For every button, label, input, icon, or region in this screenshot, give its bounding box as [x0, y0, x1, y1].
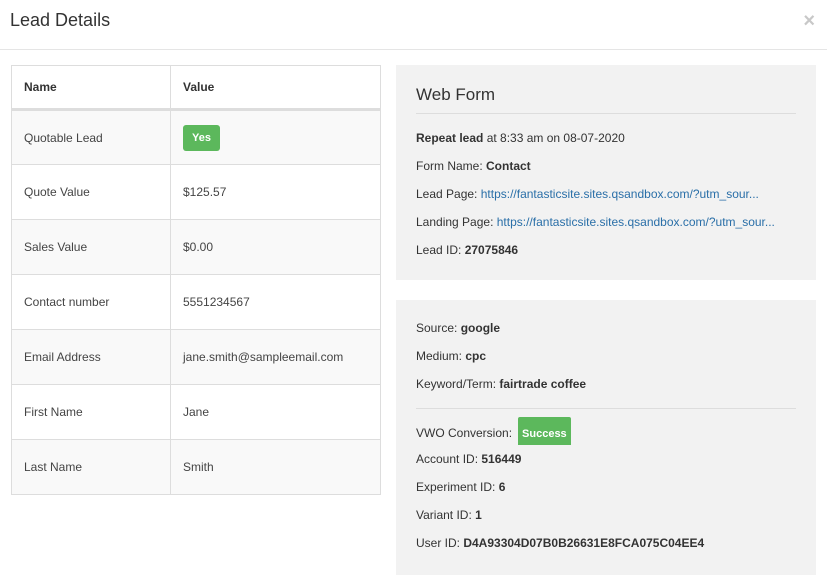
lead-page-line: Lead Page: https://fantasticsite.sites.q… [416, 180, 796, 208]
close-icon[interactable]: × [803, 10, 815, 32]
table-row: Quotable Lead Yes [11, 109, 381, 165]
medium-label: Medium: [416, 349, 466, 363]
repeat-lead-label: Repeat lead [416, 131, 484, 145]
column-header-name: Name [11, 65, 171, 111]
web-form-title: Web Form [416, 65, 796, 114]
vwo-success-badge: Success [518, 417, 571, 445]
user-id-value: D4A93304D07B0B26631E8FCA075C04EE4 [463, 536, 705, 550]
row-name: Email Address [11, 329, 171, 385]
table-row: First Name Jane [11, 384, 381, 440]
row-name: Contact number [11, 274, 171, 330]
row-value: $125.57 [170, 164, 381, 220]
user-id-label: User ID: [416, 536, 464, 550]
row-name: Sales Value [11, 219, 171, 275]
row-value: $0.00 [170, 219, 381, 275]
source-line: Source: google [416, 314, 796, 342]
keyword-line: Keyword/Term: fairtrade coffee [416, 370, 796, 398]
landing-page-line: Landing Page: https://fantasticsite.site… [416, 208, 796, 236]
form-name-value: Contact [486, 159, 531, 173]
account-id-value: 516449 [481, 452, 522, 466]
lead-page-label: Lead Page: [416, 187, 481, 201]
lead-id-line: Lead ID: 27075846 [416, 236, 796, 264]
divider [416, 408, 796, 409]
row-value: jane.smith@sampleemail.com [170, 329, 381, 385]
modal-title: Lead Details [10, 10, 111, 30]
row-value: Yes [170, 109, 381, 165]
form-name-label: Form Name: [416, 159, 487, 173]
user-id-line: User ID: D4A93304D07B0B26631E8FCA075C04E… [416, 529, 796, 557]
table-row: Quote Value $125.57 [11, 164, 381, 220]
vwo-conversion-label: VWO Conversion: [416, 426, 513, 440]
keyword-value: fairtrade coffee [499, 377, 587, 391]
row-name: Quotable Lead [11, 109, 171, 165]
repeat-lead-line: Repeat lead at 8:33 am on 08-07-2020 [416, 124, 796, 152]
vwo-conversion-line: VWO Conversion: Success [416, 417, 796, 445]
row-value: 5551234567 [170, 274, 381, 330]
table-row: Email Address jane.smith@sampleemail.com [11, 329, 381, 385]
lead-details-table: Name Value Quotable Lead Yes Quote Value… [11, 65, 381, 495]
landing-page-label: Landing Page: [416, 215, 497, 229]
column-header-value: Value [170, 65, 381, 111]
table-row: Contact number 5551234567 [11, 274, 381, 330]
variant-id-value: 1 [475, 508, 482, 522]
lead-page-link[interactable]: https://fantasticsite.sites.qsandbox.com… [481, 187, 759, 201]
variant-id-line: Variant ID: 1 [416, 501, 796, 529]
web-form-panel: Web Form Repeat lead at 8:33 am on 08-07… [396, 65, 816, 280]
table-row: Last Name Smith [11, 439, 381, 495]
table-header-row: Name Value [11, 65, 381, 111]
lead-id-label: Lead ID: [416, 243, 465, 257]
quotable-yes-badge: Yes [183, 124, 220, 151]
row-name: First Name [11, 384, 171, 440]
row-name: Quote Value [11, 164, 171, 220]
experiment-id-value: 6 [498, 480, 506, 494]
medium-value: cpc [465, 349, 487, 363]
keyword-label: Keyword/Term: [416, 377, 500, 391]
experiment-id-line: Experiment ID: 6 [416, 473, 796, 501]
variant-id-label: Variant ID: [416, 508, 476, 522]
row-value: Jane [170, 384, 381, 440]
repeat-lead-time: at 8:33 am on 08-07-2020 [483, 131, 625, 145]
landing-page-link[interactable]: https://fantasticsite.sites.qsandbox.com… [497, 215, 775, 229]
row-name: Last Name [11, 439, 171, 495]
modal-header: Lead Details × [0, 0, 827, 50]
source-panel: Source: google Medium: cpc Keyword/Term:… [396, 300, 816, 575]
account-id-line: Account ID: 516449 [416, 445, 796, 473]
table-row: Sales Value $0.00 [11, 219, 381, 275]
experiment-id-label: Experiment ID: [416, 480, 499, 494]
source-label: Source: [416, 321, 461, 335]
source-value: google [460, 321, 501, 335]
account-id-label: Account ID: [416, 452, 482, 466]
medium-line: Medium: cpc [416, 342, 796, 370]
lead-id-value: 27075846 [464, 243, 519, 257]
row-value: Smith [170, 439, 381, 495]
form-name-line: Form Name: Contact [416, 152, 796, 180]
